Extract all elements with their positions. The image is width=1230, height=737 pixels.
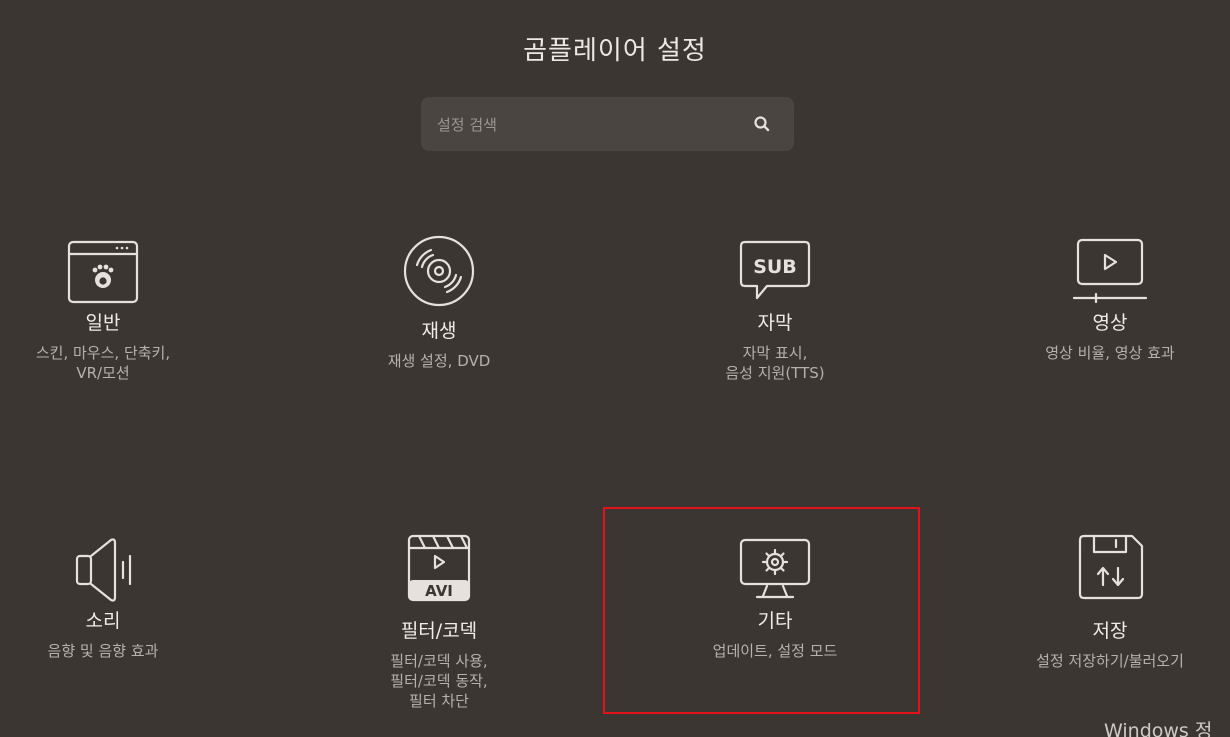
monitor-gear-icon [739,538,811,599]
svg-text:AVI: AVI [425,582,453,600]
description-line: 필터/코덱 동작, [390,672,488,690]
category-name: 기타 [757,610,793,632]
description-line: 필터 차단 [409,692,469,710]
svg-text:SUB: SUB [753,256,797,278]
description-line: VR/모션 [76,364,130,382]
category-filter-codec[interactable]: AVI 필터/코덱 필터/코덱 사용, 필터/코덱 동작, 필터 차단 [319,530,559,711]
description-line: 자막 표시, [742,344,808,362]
general-window-icon [67,240,139,304]
search-input[interactable] [435,109,739,141]
subtitle-icon: SUB [739,240,811,300]
category-name: 영상 [1092,312,1128,334]
description-line: 설정 저장하기/불러오기 [1036,652,1184,670]
windows-activation-watermark: Windows 정 [1104,720,1213,737]
category-name: 소리 [85,610,121,632]
category-subtitles[interactable]: SUB 자막 자막 표시, 음성 지원(TTS) [655,236,895,383]
category-description: 재생 설정, DVD [319,351,559,371]
category-name: 재생 [421,320,457,342]
category-description: 자막 표시, 음성 지원(TTS) [655,343,895,383]
category-playback[interactable]: 재생 재생 설정, DVD [319,233,559,371]
description-line: 스킨, 마우스, 단축키, [35,344,171,362]
category-name: 일반 [85,312,121,334]
disc-icon [403,235,475,307]
category-description: 설정 저장하기/불러오기 [990,651,1230,671]
category-description: 업데이트, 설정 모드 [655,641,895,661]
category-description: 영상 비율, 영상 효과 [990,343,1230,363]
description-line: 필터/코덱 사용, [390,652,488,670]
settings-search-box[interactable] [421,97,794,151]
category-save[interactable]: 저장 설정 저장하기/불러오기 [990,530,1230,671]
save-disk-icon [1078,534,1144,600]
category-misc[interactable]: 기타 업데이트, 설정 모드 [655,534,895,661]
category-description: 스킨, 마우스, 단축키, VR/모션 [0,343,223,383]
description-line: 음성 지원(TTS) [725,364,825,382]
video-player-icon [1072,238,1148,304]
category-sound[interactable]: 소리 음향 및 음향 효과 [0,534,223,661]
category-name: 필터/코덱 [400,620,478,642]
speaker-icon [75,538,132,602]
description-line: 영상 비율, 영상 효과 [1045,344,1175,362]
description-line: 재생 설정, DVD [387,352,491,370]
category-description: 음향 및 음향 효과 [0,641,223,661]
category-name: 저장 [1092,620,1128,642]
category-general[interactable]: 일반 스킨, 마우스, 단축키, VR/모션 [0,236,223,383]
description-line: 업데이트, 설정 모드 [712,642,838,660]
search-icon[interactable] [752,114,772,134]
page-title: 곰플레이어 설정 [523,36,707,66]
clapper-avi-icon: AVI [407,534,471,602]
category-description: 필터/코덱 사용, 필터/코덱 동작, 필터 차단 [319,651,559,711]
category-video[interactable]: 영상 영상 비율, 영상 효과 [990,236,1230,363]
description-line: 음향 및 음향 효과 [47,642,159,660]
category-name: 자막 [757,312,793,334]
